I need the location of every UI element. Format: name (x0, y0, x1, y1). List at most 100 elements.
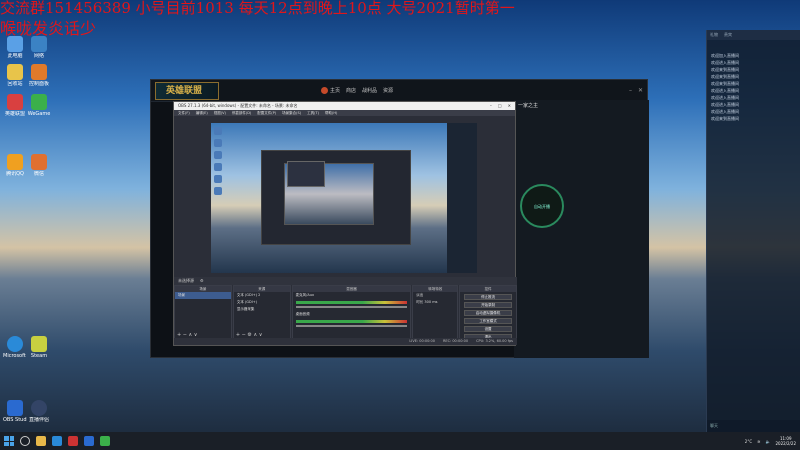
transition-duration[interactable]: 300 ms (424, 300, 437, 304)
maximize-icon[interactable]: □ (498, 103, 502, 109)
computer-icon (7, 36, 23, 52)
chat-message: 欢迎来到直播间 (711, 74, 739, 79)
chat-message: 欢迎来到直播间 (711, 116, 739, 121)
search-icon[interactable] (20, 436, 30, 446)
home-icon (321, 87, 328, 94)
virtual-camera-button[interactable]: 启动虚拟摄像机 (464, 310, 512, 316)
wegame-icon (31, 94, 47, 110)
network-icon[interactable]: ≋ (757, 439, 760, 444)
menu-view[interactable]: 视图(V) (214, 111, 226, 115)
overlay-line-2: 喉咙发炎话少 (0, 19, 97, 38)
edge-icon (7, 336, 23, 352)
menu-help[interactable]: 帮助(H) (325, 111, 337, 115)
live-timer: LIVE: 00:00:00 (409, 339, 435, 343)
chat-message: 欢迎进入直播间 (711, 102, 739, 107)
preview-desktop-icon (214, 163, 222, 171)
obs-title: OBS 27.1.3 (64-bit, windows) - 配置文件: 未命名… (178, 103, 298, 108)
network-icon (31, 36, 47, 52)
volume-slider[interactable] (295, 325, 408, 327)
nav-home[interactable]: 主页 (321, 87, 340, 94)
source-item[interactable]: 文本 (GDI+) 2 (234, 292, 290, 299)
nav-store[interactable]: 商店 (346, 87, 356, 94)
obs-titlebar: OBS 27.1.3 (64-bit, windows) - 配置文件: 未命名… (174, 102, 515, 110)
desktop-icon-2[interactable]: 网络 (27, 36, 51, 59)
source-item[interactable]: 显示器采集 (234, 306, 290, 313)
chat-message: 欢迎来到直播间 (711, 67, 739, 72)
mixer-channel-label: 桌面音频 (295, 312, 310, 316)
studio-mode-button[interactable]: 工作室模式 (464, 318, 512, 324)
menu-edit[interactable]: 编辑(E) (196, 111, 208, 115)
desktop-icons: 此电脑 网络 回收站 控制面板 英雄联盟 WeGame 腾讯QQ 微信 Micr… (0, 0, 60, 432)
desktop-icon-3[interactable]: 回收站 (3, 64, 27, 87)
tab-gifts[interactable]: 礼物 (710, 32, 718, 38)
auto-live-circle[interactable]: 自动开播 (520, 184, 564, 228)
chat-message: 欢迎进入直播间 (711, 95, 739, 100)
steam-icon (31, 336, 47, 352)
sources-dock: 来源 文本 (GDI+) 2 文本 (GDI+) 显示器采集 + − ⚙ ∧ ∨ (232, 285, 291, 340)
desktop-icon-6[interactable]: WeGame (27, 94, 51, 117)
desktop-icon-11[interactable]: OBS Studio (3, 400, 27, 423)
chat-input[interactable]: 聊天 (707, 420, 800, 432)
clock[interactable]: 11:09 2022/2/22 (775, 436, 796, 446)
obs-icon[interactable] (84, 436, 94, 446)
menu-scene-collection[interactable]: 场景集合(S) (282, 111, 301, 115)
obs-preview[interactable] (211, 123, 477, 273)
close-icon[interactable]: ✕ (508, 103, 511, 109)
preview-desktop-icon (214, 187, 222, 195)
volume-slider[interactable] (295, 306, 408, 308)
live-chat-panel: 礼物 贵宾 欢迎加入直播间 欢迎进入直播间 欢迎来到直播间 欢迎来到直播间 欢迎… (706, 30, 800, 432)
weather-temp[interactable]: 2°C (745, 439, 752, 444)
cpu-fps: CPU: 3.2%, 60.00 fps (476, 339, 513, 343)
file-explorer-icon[interactable] (36, 436, 46, 446)
desktop-icon-5[interactable]: 英雄联盟 (3, 94, 27, 117)
desktop-icon-4[interactable]: 控制面板 (27, 64, 51, 87)
game-logo: 英雄联盟 (155, 81, 219, 100)
transitions-dock: 转场特效 淡出 时长 300 ms (412, 285, 459, 340)
chat-message: 欢迎进入直播间 (711, 60, 739, 65)
start-recording-button[interactable]: 开始录制 (464, 302, 512, 308)
desktop-icon-7[interactable]: 腾讯QQ (3, 154, 27, 177)
menu-tools[interactable]: 工具(T) (307, 111, 319, 115)
recycle-bin-icon (7, 64, 23, 80)
scene-item[interactable]: 场景 (175, 292, 231, 299)
settings-button[interactable]: 设置 (464, 326, 512, 332)
transition-type[interactable]: 淡出 (413, 292, 457, 299)
source-item[interactable]: 文本 (GDI+) (234, 299, 290, 306)
volume-meter (295, 320, 408, 323)
league-icon[interactable] (68, 436, 78, 446)
league-icon (7, 94, 23, 110)
wechat-icon (31, 154, 47, 170)
control-panel-icon (31, 64, 47, 80)
recursive-preview (261, 150, 411, 245)
desktop-icon-9[interactable]: Microsoft Edge (3, 336, 27, 359)
live-companion-icon (31, 400, 47, 416)
nav-loot[interactable]: 战利品 (362, 87, 377, 94)
gear-icon[interactable]: ⚙ (200, 278, 204, 284)
menu-profile[interactable]: 配置文件(P) (257, 111, 276, 115)
friends-chat-pane: 一家之主 自动开播 (514, 100, 649, 358)
desktop-icon-1[interactable]: 此电脑 (3, 36, 27, 59)
close-icon[interactable]: ✕ (638, 87, 643, 94)
preview-desktop-icon (214, 139, 222, 147)
minimize-icon[interactable]: – (490, 103, 492, 109)
friend-name: 一家之主 (518, 103, 539, 109)
desktop-icon-8[interactable]: 微信 (27, 154, 51, 177)
obs-docks: 场景 场景 + − ∧ ∨ 来源 文本 (GDI+) 2 文本 (GDI+) 显… (174, 285, 517, 340)
wegame-icon[interactable] (100, 436, 110, 446)
controls-dock: 控件 停止推流 开始录制 启动虚拟摄像机 工作室模式 设置 退出 (459, 285, 517, 340)
start-icon[interactable] (4, 436, 14, 446)
edge-icon[interactable] (52, 436, 62, 446)
desktop-icon-12[interactable]: 直播伴侣 (27, 400, 51, 423)
window-controls: – ✕ (629, 87, 643, 94)
obs-icon (7, 400, 23, 416)
desktop-icon-10[interactable]: Steam (27, 336, 51, 359)
mixer-channel-label: 麦克风/Aux (295, 293, 315, 297)
stop-streaming-button[interactable]: 停止推流 (464, 294, 512, 300)
preview-desktop-icon (214, 127, 222, 135)
nav-resources[interactable]: 资源 (383, 87, 393, 94)
tab-vip[interactable]: 贵宾 (724, 32, 732, 38)
menu-file[interactable]: 文件(F) (178, 111, 190, 115)
volume-icon[interactable]: 🔈 (766, 439, 771, 444)
minimize-icon[interactable]: – (629, 87, 632, 94)
menu-docks[interactable]: 停靠部件(D) (232, 111, 251, 115)
